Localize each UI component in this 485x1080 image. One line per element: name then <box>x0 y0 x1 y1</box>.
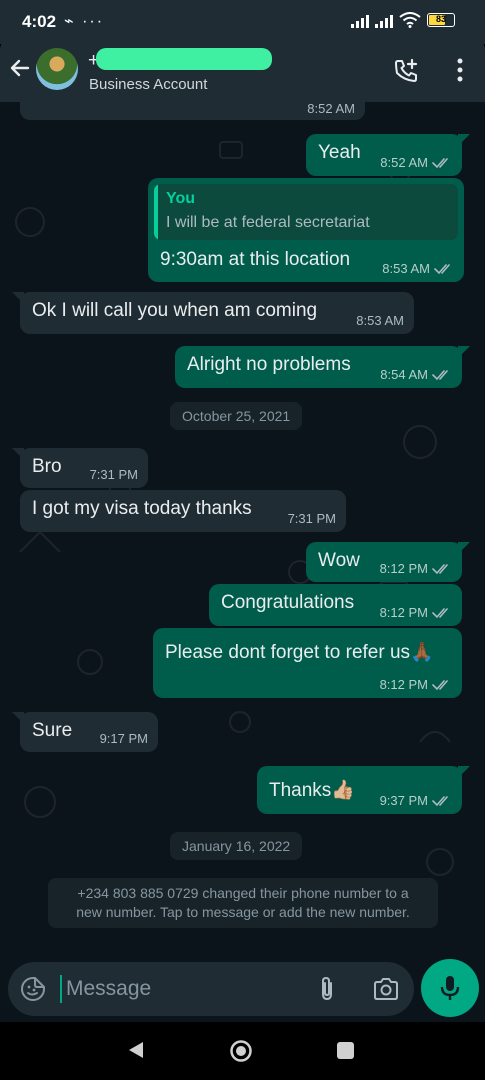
chat-header: +2 Business Account <box>0 36 485 102</box>
message-time: 9:37 PM <box>380 793 452 808</box>
message-time: 7:31 PM <box>288 511 336 526</box>
message-text: Thanks👍🏼 <box>269 780 355 801</box>
message-time: 8:12 PM <box>380 677 452 692</box>
message-bubble[interactable]: 8:52 AM <box>20 102 365 120</box>
system-nav-bar <box>0 1022 485 1080</box>
menu-icon[interactable] <box>457 58 463 82</box>
signal-icon-2 <box>375 12 393 28</box>
time-label: 8:54 AM <box>380 367 428 382</box>
composer-bar <box>0 959 485 1022</box>
time-label: 8:53 AM <box>356 313 404 328</box>
wifi-icon <box>399 12 421 28</box>
time-label: 8:12 PM <box>379 561 428 576</box>
read-ticks-icon <box>432 795 448 806</box>
message-text: Please dont forget to refer us🙏🏾 <box>165 642 434 663</box>
notification-icons: ⌁ ··· <box>64 13 105 30</box>
message-text: Ok I will call you when am coming <box>32 300 318 321</box>
message-bubble[interactable]: Wow 8:12 PM <box>306 542 470 582</box>
date-separator: October 25, 2021 <box>170 402 303 430</box>
date-separator: January 16, 2022 <box>170 832 303 860</box>
message-time: 9:17 PM <box>100 731 148 746</box>
message-text: Sure <box>32 720 73 741</box>
mic-icon <box>440 976 460 1000</box>
message-time: 7:31 PM <box>90 467 138 482</box>
message-input-container[interactable] <box>8 962 414 1016</box>
read-ticks-icon <box>432 679 448 690</box>
message-list[interactable]: 8:52 AM Yeah 8:52 AM You I will be at fe… <box>0 102 485 962</box>
message-bubble[interactable]: Thanks👍🏼 9:37 PM <box>257 766 470 814</box>
message-bubble[interactable]: Bro 7:31 PM <box>12 448 148 488</box>
message-time: 8:53 AM <box>356 313 404 328</box>
time-label: 8:12 PM <box>379 605 428 620</box>
message-input[interactable] <box>66 972 306 1006</box>
message-bubble[interactable]: Yeah 8:52 AM <box>306 134 470 176</box>
message-time: 8:52 AM <box>380 155 452 170</box>
message-bubble[interactable]: Congratulations 8:12 PM <box>209 584 462 626</box>
status-time: 4:02 <box>22 12 57 31</box>
avatar[interactable] <box>36 48 78 90</box>
text-caret <box>60 975 62 1003</box>
time-label: 9:17 PM <box>99 731 148 746</box>
read-ticks-icon <box>432 563 448 574</box>
camera-icon[interactable] <box>372 976 400 1002</box>
nav-recents-icon[interactable] <box>337 1042 354 1059</box>
read-ticks-icon <box>432 157 448 168</box>
message-bubble[interactable]: Ok I will call you when am coming 8:53 A… <box>12 292 414 334</box>
back-arrow-icon[interactable] <box>8 56 32 80</box>
quote-text: I will be at federal secretariat <box>166 214 370 231</box>
time-label: 7:31 PM <box>89 467 138 482</box>
quoted-message[interactable]: You I will be at federal secretariat <box>154 184 458 240</box>
time-label: 8:52 AM <box>380 155 428 170</box>
message-text: 9:30am at this location <box>160 249 351 270</box>
message-bubble[interactable]: Please dont forget to refer us🙏🏾 8:12 PM <box>153 628 462 698</box>
emoji-icon[interactable] <box>20 976 46 1002</box>
read-ticks-icon <box>432 607 448 618</box>
message-time: 8:52 AM <box>307 102 355 116</box>
signal-icon <box>351 12 369 28</box>
message-bubble[interactable]: Alright no problems 8:54 AM <box>175 346 470 388</box>
message-text: Bro <box>32 456 62 477</box>
message-text: I got my visa today thanks <box>32 498 252 519</box>
time-label: 7:31 PM <box>287 511 336 526</box>
add-call-icon[interactable] <box>393 58 419 84</box>
time-label: 9:37 PM <box>379 793 428 808</box>
message-bubble[interactable]: I got my visa today thanks 7:31 PM <box>20 490 346 532</box>
quote-bar <box>154 184 158 240</box>
message-time: 8:12 PM <box>380 605 452 620</box>
status-indicators: 83 <box>351 12 455 28</box>
message-text: Congratulations <box>221 592 355 613</box>
redaction-mark <box>96 48 272 70</box>
message-time: 8:53 AM <box>382 261 454 276</box>
battery-level: 83 <box>435 14 446 24</box>
message-time: 8:54 AM <box>380 367 452 382</box>
quote-author: You <box>166 190 196 207</box>
business-account-label: Business Account <box>89 76 208 93</box>
time-label: 8:53 AM <box>382 261 430 276</box>
message-text: Yeah <box>318 142 361 163</box>
message-bubble[interactable]: You I will be at federal secretariat 9:3… <box>148 178 464 282</box>
read-ticks-icon <box>434 263 450 274</box>
battery-icon: 83 <box>427 13 455 27</box>
message-time: 8:12 PM <box>380 561 452 576</box>
message-bubble[interactable]: Sure 9:17 PM <box>12 712 158 752</box>
nav-back-icon[interactable] <box>126 1040 146 1060</box>
message-text: Alright no problems <box>187 354 351 375</box>
mic-button[interactable] <box>421 959 479 1017</box>
read-ticks-icon <box>432 369 448 380</box>
message-text: Wow <box>318 550 360 571</box>
attach-icon[interactable] <box>314 975 340 1003</box>
time-label: 8:52 AM <box>307 102 355 116</box>
system-notice[interactable]: +234 803 885 0729 changed their phone nu… <box>48 878 438 928</box>
nav-home-icon[interactable] <box>229 1039 253 1063</box>
time-label: 8:12 PM <box>379 677 428 692</box>
